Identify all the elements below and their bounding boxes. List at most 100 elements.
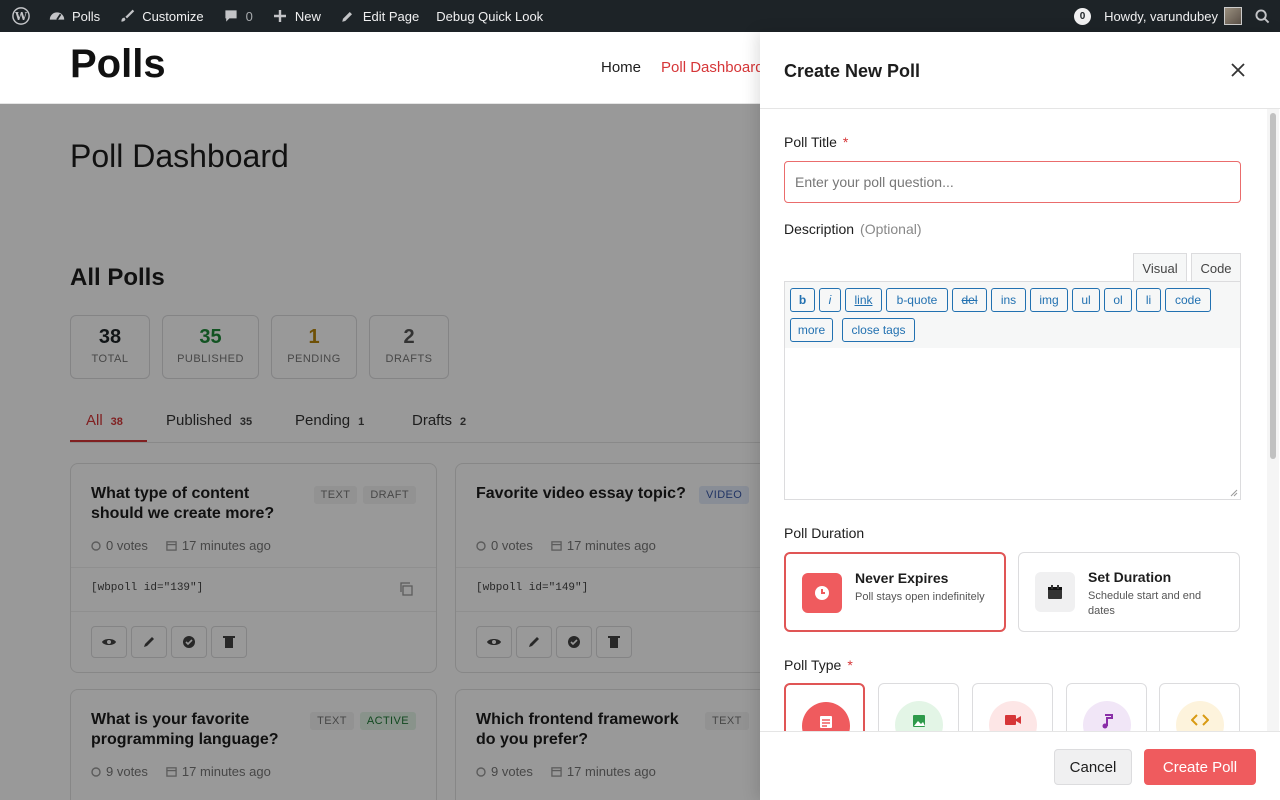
notifications-count: 0 (1074, 7, 1092, 25)
time-meta: 17 minutes ago (166, 764, 271, 779)
check-circle-icon (183, 636, 195, 648)
resize-handle-icon[interactable] (1230, 489, 1238, 497)
poll-card-title[interactable]: What type of content should we create mo… (91, 484, 301, 524)
poll-type-video[interactable] (972, 683, 1053, 731)
new-content-menu[interactable]: New (262, 0, 330, 32)
quicktag-close-tags[interactable]: close tags (842, 318, 915, 342)
votes-meta: 9 votes (476, 764, 533, 779)
tab-published[interactable]: Published 35 (166, 412, 252, 429)
tab-drafts-label: Drafts (412, 412, 453, 429)
quicktag-code[interactable]: code (1165, 288, 1211, 312)
delete-button[interactable] (596, 626, 632, 658)
panel-scrollbar[interactable] (1267, 109, 1279, 731)
wordpress-logo-menu[interactable]: W (0, 0, 39, 32)
tab-pending[interactable]: Pending 1 (295, 412, 364, 429)
edit-button[interactable] (516, 626, 552, 658)
site-title[interactable]: Polls (70, 42, 166, 87)
eye-icon (102, 639, 116, 645)
music-note-icon (1083, 701, 1131, 731)
copy-icon[interactable] (398, 581, 414, 597)
poll-type-image[interactable] (878, 683, 959, 731)
time-text: 17 minutes ago (181, 538, 271, 553)
poll-type-label: Poll Type * (784, 657, 853, 673)
tab-pending-label: Pending (295, 412, 351, 429)
approve-button[interactable] (556, 626, 592, 658)
calendar-small-icon (166, 767, 177, 777)
customize-menu[interactable]: Customize (109, 0, 212, 32)
close-button[interactable] (1228, 60, 1248, 80)
primary-nav: Home Poll Dashboard (601, 59, 764, 76)
pencil-icon (339, 7, 357, 25)
duration-option-set-duration[interactable]: Set Duration Schedule start and end date… (1018, 552, 1240, 632)
trash-icon (223, 636, 235, 648)
quicktag-bold[interactable]: b (790, 288, 815, 312)
nav-poll-dashboard[interactable]: Poll Dashboard (661, 59, 764, 76)
admin-search[interactable] (1244, 0, 1280, 32)
scrollbar-thumb[interactable] (1270, 113, 1276, 459)
nav-home[interactable]: Home (601, 59, 641, 76)
description-editor[interactable] (784, 348, 1241, 500)
calendar-small-icon (551, 541, 562, 551)
poll-card-title[interactable]: Which frontend framework do you prefer? (476, 710, 686, 750)
stat-pending-value: 1 (308, 326, 320, 348)
create-poll-button[interactable]: Create Poll (1144, 749, 1256, 785)
trash-icon (608, 636, 620, 648)
notifications-menu[interactable]: 0 (1065, 0, 1095, 32)
approve-button[interactable] (171, 626, 207, 658)
poll-card: What type of content should we create mo… (70, 463, 437, 673)
tab-code[interactable]: Code (1191, 253, 1241, 282)
comments-count: 0 (245, 8, 253, 24)
cancel-button[interactable]: Cancel (1054, 749, 1132, 785)
stat-total: 38 TOTAL (70, 315, 150, 379)
tab-visual[interactable]: Visual (1133, 253, 1187, 282)
time-meta: 17 minutes ago (551, 538, 656, 553)
quicktag-blockquote[interactable]: b-quote (886, 288, 948, 312)
poll-type-html[interactable] (1159, 683, 1240, 731)
poll-title-label-text: Poll Title (784, 134, 837, 150)
quicktag-li[interactable]: li (1136, 288, 1161, 312)
duration-option-never-expires[interactable]: Never Expires Poll stays open indefinite… (784, 552, 1006, 632)
quicktag-more[interactable]: more (790, 318, 833, 342)
quicktag-ins[interactable]: ins (991, 288, 1026, 312)
edit-button[interactable] (131, 626, 167, 658)
delete-button[interactable] (211, 626, 247, 658)
edit-page-label: Edit Page (362, 8, 420, 24)
poll-status-badge: ACTIVE (359, 712, 416, 730)
poll-card-title[interactable]: Favorite video essay topic? (476, 484, 686, 504)
tab-all[interactable]: All 38 (86, 412, 123, 429)
quicktag-link[interactable]: link (845, 288, 882, 312)
create-poll-panel: Create New Poll Poll Title * Description (… (760, 32, 1280, 800)
never-expires-desc: Poll stays open indefinitely (855, 591, 985, 603)
quicktag-del[interactable]: del (952, 288, 987, 312)
poll-type-audio[interactable] (1066, 683, 1147, 731)
time-text: 17 minutes ago (181, 764, 271, 779)
stat-total-value: 38 (98, 326, 122, 348)
wordpress-icon: W (12, 7, 30, 25)
wp-admin-bar: W Polls Customize 0 New Edit Page Debug … (0, 0, 1280, 32)
avatar (1224, 7, 1242, 25)
poll-card-title[interactable]: What is your favorite programming langua… (91, 710, 301, 750)
comments-menu[interactable]: 0 (213, 0, 262, 32)
poll-title-label: Poll Title * (784, 134, 848, 150)
customize-label: Customize (142, 8, 204, 24)
poll-title-input[interactable] (784, 161, 1241, 203)
poll-type-badge: TEXT (705, 712, 749, 730)
svg-text:W: W (14, 10, 28, 23)
view-button[interactable] (476, 626, 512, 658)
site-name-menu[interactable]: Polls (39, 0, 109, 32)
debug-quick-look-menu[interactable]: Debug Quick Look (428, 0, 552, 32)
quicktag-img[interactable]: img (1030, 288, 1068, 312)
quicktag-ul[interactable]: ul (1072, 288, 1100, 312)
quicktags-toolbar: b i link b-quote del ins img ul ol li co… (784, 281, 1241, 349)
tab-drafts[interactable]: Drafts 2 (412, 412, 466, 429)
quicktag-ol[interactable]: ol (1104, 288, 1132, 312)
edit-page-menu[interactable]: Edit Page (330, 0, 428, 32)
set-duration-desc: Schedule start and end dates (1088, 590, 1202, 617)
set-duration-title: Set Duration (1088, 569, 1172, 585)
view-button[interactable] (91, 626, 127, 658)
poll-type-badge: TEXT (310, 712, 354, 730)
votes-icon (91, 766, 101, 777)
clock-icon (802, 573, 842, 613)
poll-type-text[interactable] (784, 683, 865, 731)
quicktag-italic[interactable]: i (819, 288, 841, 312)
